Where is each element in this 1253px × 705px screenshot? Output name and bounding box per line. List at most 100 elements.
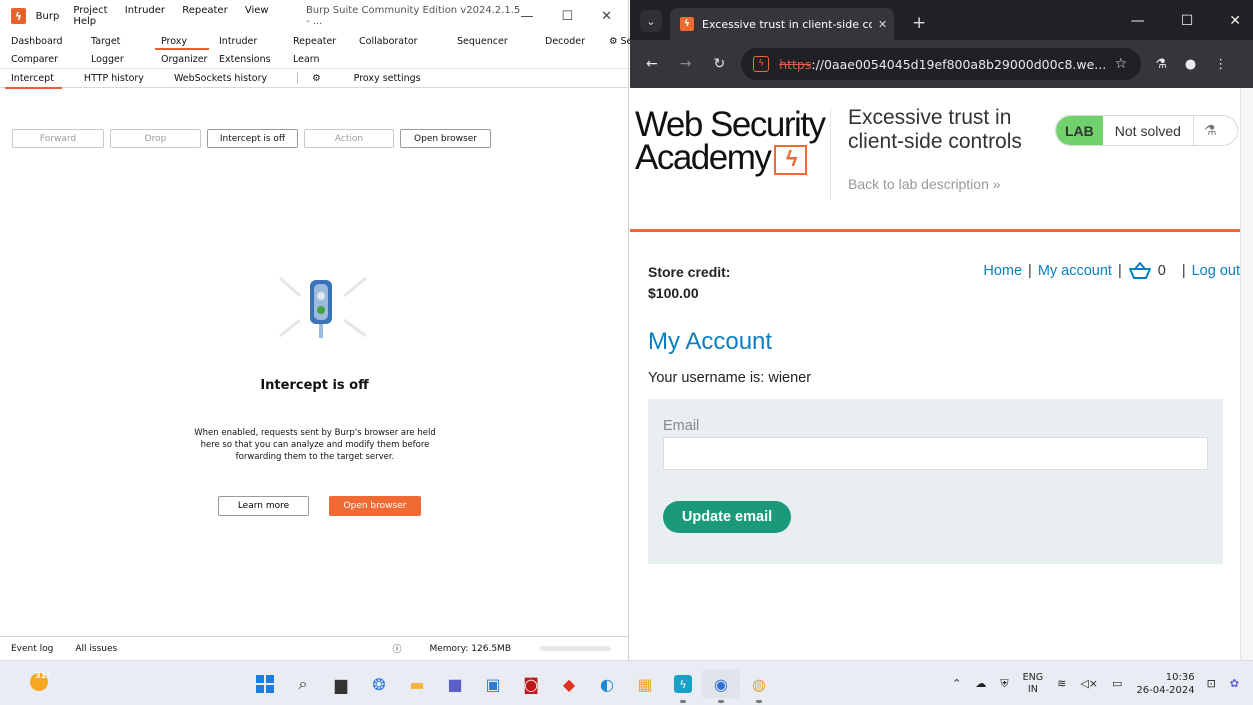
tab-decoder[interactable]: Decoder	[545, 32, 609, 50]
edge-icon[interactable]: ◐	[588, 670, 626, 698]
menu-project[interactable]: Project	[73, 5, 107, 16]
burp-app-name[interactable]: Burp	[36, 11, 60, 22]
burp-status-bar: Event log All issues ⓘ Memory: 126.5MB	[0, 636, 629, 660]
tab-dashboard[interactable]: Dashboard	[11, 32, 91, 50]
flask-icon: ⚗	[1192, 116, 1227, 145]
chevron-up-icon[interactable]: ⌃	[952, 677, 961, 690]
tab-close-icon[interactable]: ✕	[878, 18, 887, 31]
copilot-icon[interactable]: ❂	[360, 670, 398, 698]
my-account-link[interactable]: My account	[1038, 263, 1112, 279]
header-divider	[830, 108, 831, 200]
cart-icon[interactable]	[1128, 262, 1152, 280]
weather-widget[interactable]: 31°	[22, 669, 50, 697]
minimize-icon[interactable]: —	[520, 9, 533, 24]
system-tray: ⌃ ☁ ⛨ ENG IN ≋ ◁× ▭ 10:36 26-04-2024 ⊡ ✿	[952, 661, 1253, 705]
log-out-link[interactable]: Log out	[1192, 263, 1240, 279]
open-browser-toolbar-button[interactable]: Open browser	[400, 129, 491, 148]
learn-more-button[interactable]: Learn more	[218, 496, 309, 516]
intercept-toggle-button[interactable]: Intercept is off	[207, 129, 298, 148]
profile-icon[interactable]: ●	[1185, 57, 1196, 72]
browser-toolbar: ← → ↻ ϟ https ://0aae0054045d19ef800a8b2…	[630, 40, 1253, 88]
back-to-lab-label: Back to lab description	[848, 176, 989, 192]
bookmark-star-icon[interactable]: ☆	[1115, 56, 1128, 72]
site-info-icon[interactable]: ϟ	[753, 56, 770, 72]
windows-start-icon[interactable]	[246, 670, 284, 698]
proxy-settings-button[interactable]: ⚙ Proxy settings	[312, 73, 451, 84]
menu-intruder[interactable]: Intruder	[125, 5, 165, 16]
back-to-lab-link[interactable]: Back to lab description »	[848, 176, 1001, 192]
burp-title-bar: ϟ Burp Project Intruder Repeater View He…	[0, 0, 628, 32]
menu-view[interactable]: View	[245, 5, 269, 16]
maximize-icon[interactable]: ☐	[1181, 13, 1194, 29]
forward-arrow-icon[interactable]: →	[680, 56, 692, 72]
tab-target[interactable]: Target	[91, 32, 161, 50]
browser-tab-active[interactable]: ϟ Excessive trust in client-side co ✕	[670, 8, 894, 40]
mcafee-icon[interactable]: ◙	[512, 670, 550, 698]
teams-icon[interactable]: ■	[436, 670, 474, 698]
battery-icon[interactable]: ▭	[1112, 677, 1122, 690]
new-tab-icon[interactable]: +	[912, 13, 926, 33]
account-nav: Home | My account | 0 | Log out	[983, 262, 1240, 280]
tab-collaborator[interactable]: Collaborator	[359, 32, 457, 50]
burp-suite-taskbar-icon[interactable]: ϟ	[664, 670, 702, 703]
burp-taskbar-logo-icon: ϟ	[674, 675, 692, 693]
drop-button[interactable]: Drop	[110, 129, 201, 148]
lab-header: Web Security Academy ϟ Excessive trust in…	[630, 88, 1240, 232]
update-email-button[interactable]: Update email	[663, 501, 791, 533]
tab-search-icon[interactable]: ⌄	[640, 10, 662, 32]
intercept-description: When enabled, requests sent by Burp's br…	[194, 428, 436, 462]
system-clock[interactable]: 10:36 26-04-2024	[1136, 671, 1194, 697]
maximize-icon[interactable]: ☐	[561, 9, 573, 24]
chromium-taskbar-icon[interactable]: ◉	[702, 670, 740, 703]
tray-app-icon[interactable]: ☁	[975, 677, 986, 690]
tab-sequencer[interactable]: Sequencer	[457, 32, 545, 50]
tab-organizer[interactable]: Organizer	[161, 50, 219, 68]
kebab-menu-icon[interactable]: ⋮	[1214, 57, 1227, 72]
chrome-canary-icon[interactable]: ◍	[740, 670, 778, 703]
proxy-sub-tabs: Intercept HTTP history WebSockets histor…	[0, 68, 628, 89]
close-icon[interactable]: ✕	[1229, 13, 1241, 29]
tab-intruder[interactable]: Intruder	[219, 32, 293, 50]
back-arrow-icon[interactable]: ←	[646, 56, 658, 72]
menu-help[interactable]: Help	[73, 16, 96, 27]
forward-button[interactable]: Forward	[12, 129, 104, 148]
reload-icon[interactable]: ↻	[713, 56, 725, 72]
volume-icon[interactable]: ◁×	[1080, 677, 1098, 690]
minimize-icon[interactable]: —	[1131, 13, 1145, 29]
anydesk-icon[interactable]: ◆	[550, 670, 588, 698]
task-view-icon[interactable]: ▆	[322, 670, 360, 698]
app-icon[interactable]: ▦	[626, 670, 664, 698]
notification-icon[interactable]: ⊡	[1207, 677, 1216, 690]
menu-repeater[interactable]: Repeater	[182, 5, 227, 16]
language-indicator[interactable]: ENG IN	[1023, 672, 1043, 696]
tab-learn[interactable]: Learn	[293, 50, 359, 68]
wifi-icon[interactable]: ≋	[1057, 677, 1066, 690]
tray-shield-icon[interactable]: ⛨	[1000, 677, 1008, 691]
subtab-websockets-history[interactable]: WebSockets history	[174, 73, 267, 84]
address-bar[interactable]: ϟ https ://0aae0054045d19ef800a8b29000d0…	[741, 48, 1142, 80]
tab-comparer[interactable]: Comparer	[11, 50, 91, 68]
tab-repeater[interactable]: Repeater	[293, 32, 359, 50]
subtab-intercept[interactable]: Intercept	[5, 73, 62, 89]
open-browser-button[interactable]: Open browser	[329, 496, 421, 516]
email-field[interactable]	[663, 437, 1208, 470]
browser-tab-strip: ⌄ ϟ Excessive trust in client-side co ✕ …	[630, 0, 1253, 40]
page-scrollbar[interactable]	[1240, 88, 1253, 660]
lab-badge: LAB	[1056, 116, 1103, 145]
tab-logger[interactable]: Logger	[91, 50, 161, 68]
browser-tab-title: Excessive trust in client-side co	[702, 17, 872, 31]
file-explorer-icon[interactable]: ▬	[398, 670, 436, 698]
all-issues-tab[interactable]: All issues	[75, 644, 117, 654]
tab-proxy[interactable]: Proxy	[155, 32, 219, 50]
subtab-http-history[interactable]: HTTP history	[84, 73, 144, 84]
web-security-academy-logo[interactable]: Web Security Academy ϟ	[635, 107, 826, 175]
search-icon[interactable]: ⌕	[284, 670, 322, 698]
close-icon[interactable]: ✕	[601, 9, 612, 24]
store-icon[interactable]: ▣	[474, 670, 512, 698]
event-log-tab[interactable]: Event log	[11, 644, 53, 654]
labs-flask-icon[interactable]: ⚗	[1155, 57, 1167, 72]
copilot-tray-icon[interactable]: ✿	[1230, 677, 1239, 690]
action-button[interactable]: Action	[304, 129, 394, 148]
tab-extensions[interactable]: Extensions	[219, 50, 293, 68]
home-link[interactable]: Home	[983, 263, 1022, 279]
